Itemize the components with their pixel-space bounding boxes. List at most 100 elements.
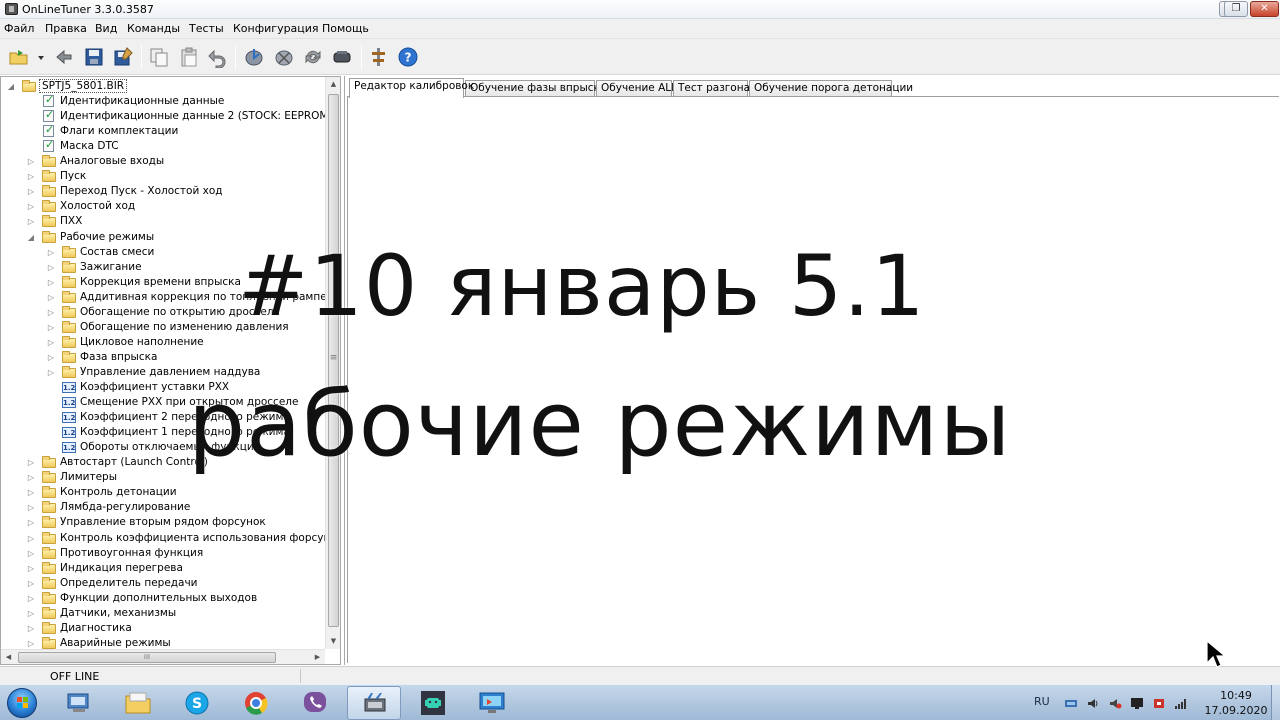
help-icon[interactable]: ? xyxy=(397,46,419,68)
show-desktop-button[interactable] xyxy=(1271,685,1280,720)
chrome-icon[interactable] xyxy=(229,686,283,720)
tree-item[interactable]: ▷ Контроль коэффициента использования фор… xyxy=(1,531,325,546)
expand-icon[interactable]: ▷ xyxy=(27,503,35,512)
expand-icon[interactable]: ▷ xyxy=(47,323,55,332)
expand-icon[interactable]: ▷ xyxy=(27,609,35,618)
restore-button[interactable]: ❐ xyxy=(1224,1,1248,17)
save-as-icon[interactable] xyxy=(112,46,134,68)
network-tray-icon[interactable] xyxy=(1064,697,1078,710)
expand-icon[interactable]: ▷ xyxy=(27,639,35,648)
clock-time[interactable]: 10:49 xyxy=(1210,689,1262,702)
tree-root[interactable]: ◢ SPTJ5_5801.BIR xyxy=(1,79,325,94)
expand-icon[interactable]: ▷ xyxy=(47,293,55,302)
expand-icon[interactable]: ▷ xyxy=(47,248,55,257)
scroll-down-arrow-icon[interactable]: ▼ xyxy=(326,634,341,649)
read-ecu-icon[interactable] xyxy=(243,46,265,68)
collapse-icon[interactable]: ◢ xyxy=(27,233,35,242)
remote-desktop-icon[interactable] xyxy=(465,686,519,720)
write-ecu-icon[interactable] xyxy=(273,46,295,68)
expand-icon[interactable]: ▷ xyxy=(27,157,35,166)
tab-knock-threshold-training[interactable]: Обучение порога детонации xyxy=(749,80,913,97)
tree-item[interactable]: ▷ Холостой ход xyxy=(1,199,325,214)
tab-calibration-editor[interactable]: Редактор калибровок xyxy=(349,78,474,98)
scroll-up-arrow-icon[interactable]: ▲ xyxy=(326,77,341,92)
tree-item[interactable]: ▷ Определитель передачи xyxy=(1,576,325,591)
copy-icon[interactable] xyxy=(148,46,170,68)
save-icon[interactable] xyxy=(83,46,105,68)
tab-acceleration-test[interactable]: Тест разгона xyxy=(673,80,750,97)
settings-icon[interactable] xyxy=(368,46,390,68)
expand-icon[interactable]: ▷ xyxy=(27,458,35,467)
tree-item[interactable]: Маска DTC xyxy=(1,138,325,154)
signal-bars-icon[interactable] xyxy=(1174,697,1188,710)
volume-icon[interactable] xyxy=(1086,697,1100,710)
expand-icon[interactable]: ▷ xyxy=(47,338,55,347)
network-app-icon[interactable] xyxy=(52,686,106,720)
sync-icon[interactable] xyxy=(302,46,324,68)
skype-icon[interactable]: S xyxy=(170,686,224,720)
undo-icon[interactable] xyxy=(206,46,228,68)
collapse-icon[interactable]: ◢ xyxy=(7,82,15,91)
scroll-thumb[interactable]: ≡ xyxy=(328,94,339,627)
tree-item[interactable]: Идентификационные данные xyxy=(1,93,325,109)
security-tray-icon[interactable] xyxy=(1152,697,1166,710)
tree-item[interactable]: ▷ Пуск xyxy=(1,169,325,184)
tree-horizontal-scrollbar[interactable]: ◀ III ▶ xyxy=(1,649,325,664)
menu-edit[interactable]: Правка xyxy=(45,22,87,35)
tree-item[interactable]: ▷ Фаза впрыска xyxy=(1,350,325,365)
tree-vertical-scrollbar[interactable]: ▲ ≡ ▼ xyxy=(325,77,340,649)
app-icon[interactable] xyxy=(5,3,18,15)
dropdown-arrow-icon[interactable] xyxy=(35,46,47,68)
onlinetuner-icon[interactable] xyxy=(347,686,401,720)
viber-icon[interactable] xyxy=(288,686,342,720)
menu-file[interactable]: Файл xyxy=(4,22,34,35)
tree-item[interactable]: ▷ Переход Пуск - Холостой ход xyxy=(1,184,325,199)
expand-icon[interactable]: ▷ xyxy=(27,534,35,543)
expand-icon[interactable]: ▷ xyxy=(27,488,35,497)
clock-date[interactable]: 17.09.2020 xyxy=(1204,704,1268,717)
language-indicator[interactable]: RU xyxy=(1034,695,1050,708)
expand-icon[interactable]: ▷ xyxy=(47,353,55,362)
tree-item[interactable]: Идентификационные данные 2 (STOCK: EEPRO… xyxy=(1,108,325,124)
menu-tests[interactable]: Тесты xyxy=(189,22,224,35)
paste-icon[interactable] xyxy=(178,46,200,68)
menu-configuration[interactable]: Конфигурация xyxy=(233,22,319,35)
ecu-chip-icon[interactable] xyxy=(331,46,353,68)
android-app-icon[interactable] xyxy=(406,686,460,720)
tree-item[interactable]: ▷ Аварийные режимы xyxy=(1,636,325,649)
expand-icon[interactable]: ▷ xyxy=(27,172,35,181)
expand-icon[interactable]: ▷ xyxy=(27,624,35,633)
scroll-right-arrow-icon[interactable]: ▶ xyxy=(310,650,325,665)
menu-commands[interactable]: Команды xyxy=(127,22,180,35)
start-button[interactable] xyxy=(2,686,42,720)
expand-icon[interactable]: ▷ xyxy=(27,564,35,573)
expand-icon[interactable]: ▷ xyxy=(47,308,55,317)
expand-icon[interactable]: ▷ xyxy=(27,579,35,588)
display-icon[interactable] xyxy=(1130,697,1144,710)
tree-item[interactable]: ▷ ПХХ xyxy=(1,214,325,229)
expand-icon[interactable]: ▷ xyxy=(27,549,35,558)
reload-icon[interactable] xyxy=(53,46,75,68)
scroll-thumb-horizontal[interactable]: III xyxy=(18,652,276,663)
tree-item[interactable]: ▷ Аналоговые входы xyxy=(1,154,325,169)
file-explorer-icon[interactable] xyxy=(111,686,165,720)
expand-icon[interactable]: ▷ xyxy=(27,217,35,226)
tree-item[interactable]: ▷ Цикловое наполнение xyxy=(1,335,325,350)
tab-alf-training[interactable]: Обучение ALF xyxy=(596,80,677,97)
tree-item[interactable]: ▷ Лямбда-регулирование xyxy=(1,500,325,515)
tree-item[interactable]: ▷ Управление вторым рядом форсунок xyxy=(1,515,325,530)
expand-icon[interactable]: ▷ xyxy=(27,473,35,482)
menu-view[interactable]: Вид xyxy=(95,22,117,35)
tree-item[interactable]: ▷ Функции дополнительных выходов xyxy=(1,591,325,606)
open-folder-icon[interactable] xyxy=(8,46,30,68)
scroll-left-arrow-icon[interactable]: ◀ xyxy=(1,650,16,665)
expand-icon[interactable]: ▷ xyxy=(47,368,55,377)
expand-icon[interactable]: ▷ xyxy=(27,518,35,527)
tree-item[interactable]: Флаги комплектации xyxy=(1,123,325,139)
expand-icon[interactable]: ▷ xyxy=(47,263,55,272)
tree-item[interactable]: ▷ Контроль детонации xyxy=(1,485,325,500)
tree-item[interactable]: ▷ Датчики, механизмы xyxy=(1,606,325,621)
tab-injection-phase-training[interactable]: Обучение фазы впрыска xyxy=(465,80,606,97)
close-button[interactable]: ✕ xyxy=(1250,1,1279,17)
tree-item[interactable]: ▷ Индикация перегрева xyxy=(1,561,325,576)
